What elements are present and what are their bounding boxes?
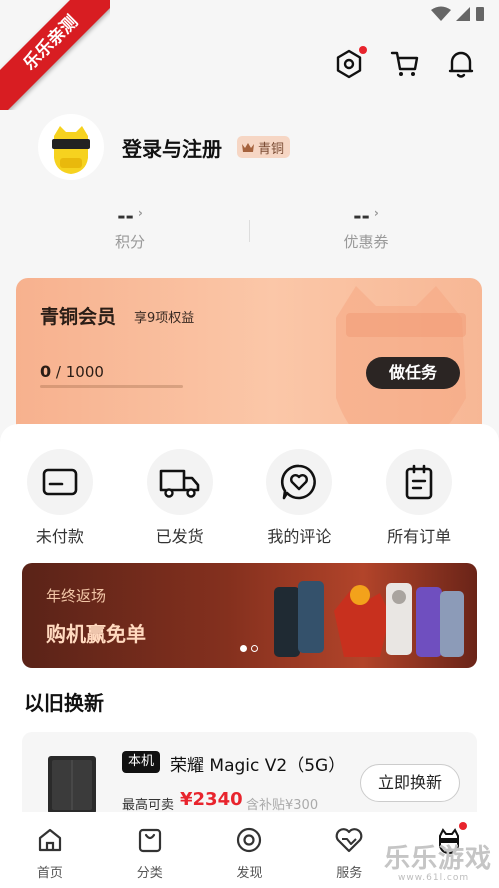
cart-icon[interactable] bbox=[389, 48, 421, 80]
nav-discover[interactable]: 发现 bbox=[200, 812, 300, 888]
truck-icon bbox=[159, 469, 199, 498]
notification-dot bbox=[458, 822, 467, 830]
site-watermark: 乐乐游戏 www.61l.com bbox=[384, 838, 499, 888]
nav-category-label: 分类 bbox=[136, 866, 163, 881]
order-reviews-label: 我的评论 bbox=[267, 527, 332, 546]
phone-thumbnail bbox=[48, 756, 96, 814]
progress-total: / 1000 bbox=[55, 363, 104, 381]
do-task-button[interactable]: 做任务 bbox=[366, 357, 460, 389]
banner-line1: 年终返场 bbox=[46, 587, 107, 605]
battery-icon bbox=[476, 7, 484, 21]
crown-icon bbox=[242, 143, 254, 152]
settings-hex-icon[interactable] bbox=[333, 46, 367, 80]
nav-home[interactable]: 首页 bbox=[0, 812, 100, 888]
watermark-text: 乐乐游戏 bbox=[384, 844, 493, 874]
level-badge: 青铜 bbox=[237, 136, 291, 158]
level-label: 青铜 bbox=[258, 141, 285, 157]
order-unpaid-label: 未付款 bbox=[35, 527, 84, 546]
wifi-icon bbox=[431, 6, 451, 21]
order-shortcuts: 未付款 已发货 我的评论 所有订单 bbox=[0, 449, 499, 547]
order-all-label: 所有订单 bbox=[387, 527, 452, 546]
order-reviews[interactable]: 我的评论 bbox=[240, 449, 360, 547]
device-name: 荣耀 Magic V2（5G） bbox=[170, 756, 346, 776]
chevron-right-icon: › bbox=[373, 206, 379, 220]
nav-discover-label: 发现 bbox=[236, 866, 263, 881]
bag-icon bbox=[138, 828, 161, 853]
avatar[interactable] bbox=[38, 114, 104, 180]
coupons-value: -- bbox=[353, 204, 370, 228]
heart-chat-icon bbox=[281, 464, 317, 500]
trade-in-section-title: 以旧换新 bbox=[24, 691, 104, 715]
subsidy-text: 含补贴¥300 bbox=[246, 798, 319, 813]
order-all[interactable]: 所有订单 bbox=[359, 449, 479, 547]
carousel-indicator bbox=[240, 645, 258, 652]
discover-icon bbox=[237, 827, 262, 853]
member-progress-text: 0 / 1000 bbox=[40, 362, 104, 381]
header-icons bbox=[333, 46, 477, 80]
banner-line2: 购机赢免单 bbox=[46, 622, 146, 646]
promo-banner[interactable]: 年终返场 购机赢免单 bbox=[22, 563, 477, 668]
carousel-dot-active[interactable] bbox=[240, 645, 247, 652]
ribbon-text: 乐乐亲测 bbox=[0, 0, 110, 110]
nav-home-label: 首页 bbox=[36, 866, 63, 881]
points-value: -- bbox=[117, 204, 134, 228]
order-shipped-label: 已发货 bbox=[155, 527, 204, 546]
notification-dot bbox=[359, 46, 367, 54]
member-progress-bar bbox=[40, 385, 183, 388]
login-register-link[interactable]: 登录与注册 bbox=[122, 133, 222, 162]
carousel-dot[interactable] bbox=[251, 645, 258, 652]
points-stat[interactable]: -- › 积分 bbox=[70, 200, 190, 252]
corner-ribbon: 乐乐亲测 bbox=[0, 0, 110, 110]
status-bar bbox=[431, 6, 485, 22]
order-unpaid[interactable]: 未付款 bbox=[0, 449, 120, 547]
coupons-stat[interactable]: -- › 优惠券 bbox=[306, 200, 426, 252]
max-price-label: 最高可卖 bbox=[122, 798, 175, 813]
bell-icon[interactable] bbox=[445, 48, 477, 80]
current-device-tag: 本机 bbox=[122, 751, 161, 773]
home-icon bbox=[38, 828, 61, 852]
trade-in-button[interactable]: 立即换新 bbox=[360, 764, 460, 802]
chevron-right-icon: › bbox=[137, 206, 143, 220]
points-label: 积分 bbox=[114, 233, 145, 251]
progress-current: 0 bbox=[40, 362, 52, 381]
banner-product-image bbox=[274, 581, 464, 657]
max-price-value: ¥2340 bbox=[180, 789, 243, 810]
nav-category[interactable]: 分类 bbox=[100, 812, 200, 888]
member-subtitle: 享9项权益 bbox=[134, 311, 195, 326]
signal-icon bbox=[456, 7, 470, 21]
coupons-label: 优惠券 bbox=[343, 233, 389, 251]
clipboard-icon bbox=[405, 464, 433, 500]
card-icon bbox=[42, 468, 78, 496]
order-shipped[interactable]: 已发货 bbox=[120, 449, 240, 547]
stat-divider bbox=[249, 220, 250, 242]
member-title: 青铜会员 bbox=[40, 306, 117, 328]
service-heart-icon bbox=[335, 828, 363, 853]
